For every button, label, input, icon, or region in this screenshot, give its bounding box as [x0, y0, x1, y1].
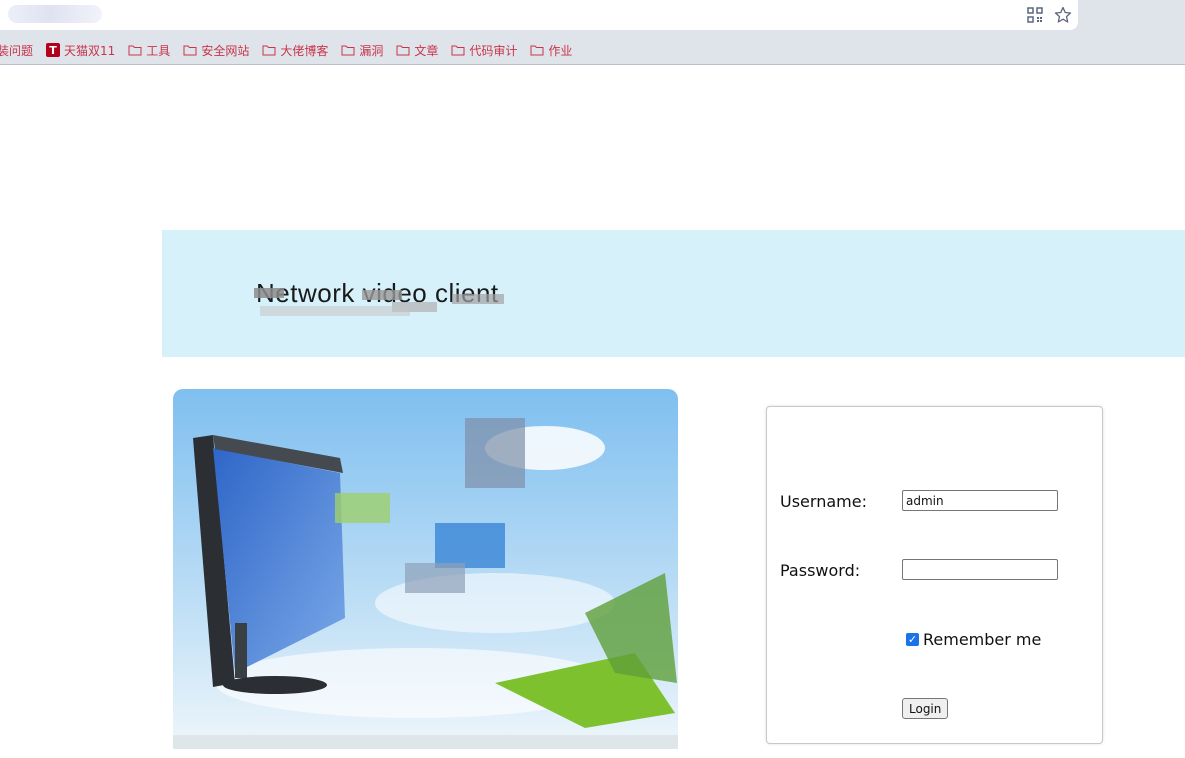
redaction-mosaic [362, 290, 402, 300]
folder-icon [128, 45, 142, 56]
bookmark-star-icon[interactable] [1054, 6, 1072, 23]
checkmark-icon: ✓ [906, 633, 919, 646]
password-input[interactable] [902, 559, 1058, 580]
bookmark-label: 大佬博客 [280, 43, 329, 58]
bookmark-folder[interactable]: 作业 [530, 42, 572, 59]
login-form: Username: Password: ✓ Remember me Login [766, 406, 1103, 744]
bookmark-folder[interactable]: 文章 [396, 42, 438, 59]
page-header-banner: Network video client [162, 230, 1185, 357]
folder-icon [451, 45, 465, 56]
redaction-mosaic [260, 306, 410, 316]
bookmark-folder[interactable]: 安全网站 [183, 42, 249, 59]
tmall-icon: T [46, 43, 61, 57]
bookmarks-bar: 装问题 T 天猫双11 工具 安全网站 大佬博客 漏洞 文章 代码审计 作业 [0, 40, 585, 60]
bookmark-folder[interactable]: 大佬博客 [262, 42, 328, 59]
folder-icon [530, 45, 544, 56]
bookmark-label: 工具 [146, 43, 171, 58]
bookmark-label: 文章 [414, 43, 439, 58]
folder-icon [396, 45, 410, 56]
redaction-mosaic [254, 288, 284, 298]
bookmark-folder[interactable]: 漏洞 [341, 42, 383, 59]
bookmark-label: 代码审计 [469, 43, 518, 58]
folder-icon [183, 45, 197, 56]
bookmark-label: 作业 [548, 43, 573, 58]
bookmark-folder[interactable]: 代码审计 [451, 42, 517, 59]
username-label: Username: [780, 492, 867, 511]
qr-code-icon[interactable] [1027, 7, 1043, 23]
login-button[interactable]: Login [902, 698, 949, 719]
address-bar[interactable] [0, 0, 1078, 30]
folder-icon [341, 45, 355, 56]
bookmark-label: 装问题 [0, 43, 34, 58]
bookmark-label: 安全网站 [201, 43, 250, 58]
browser-chrome: 装问题 T 天猫双11 工具 安全网站 大佬博客 漏洞 文章 代码审计 作业 [0, 0, 1185, 65]
bookmark-folder[interactable]: 工具 [128, 42, 170, 59]
redaction-mosaic [452, 294, 504, 304]
bookmark-item[interactable]: 装问题 [0, 42, 33, 59]
remember-me-label: Remember me [923, 630, 1042, 649]
remember-me-checkbox[interactable]: ✓ Remember me [906, 630, 1041, 649]
bookmark-label: 漏洞 [359, 43, 384, 58]
bookmark-item-tmall[interactable]: T 天猫双11 [46, 42, 115, 59]
folder-icon [262, 45, 276, 56]
username-input[interactable] [902, 490, 1058, 511]
password-label: Password: [780, 561, 861, 580]
hero-image [165, 383, 690, 758]
address-url-redacted [8, 5, 102, 23]
bookmark-label: 天猫双11 [64, 43, 116, 58]
